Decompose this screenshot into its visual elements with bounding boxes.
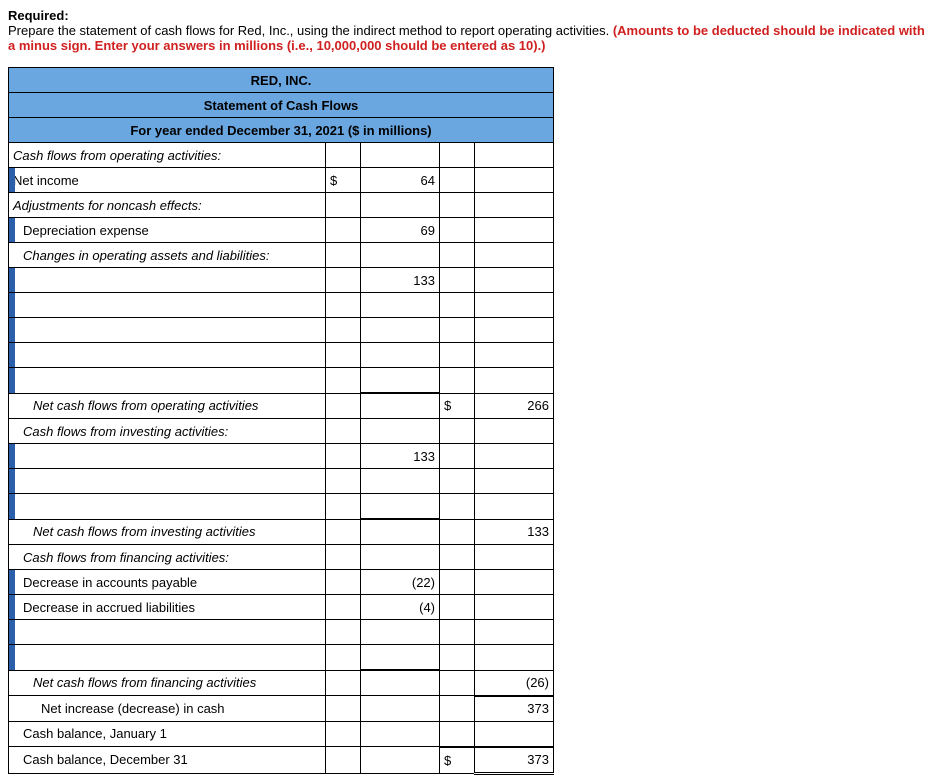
input-inv-blank3[interactable] <box>9 494 326 520</box>
table-row: Adjustments for noncash effects: <box>9 193 554 218</box>
val-dec-ap[interactable]: (22) <box>361 570 440 595</box>
val-depreciation[interactable]: 69 <box>361 218 440 243</box>
input-inv-blank1[interactable] <box>9 444 326 469</box>
table-row: Cash flows from financing activities: <box>9 545 554 570</box>
label-inv-activities: Cash flows from investing activities: <box>9 419 326 444</box>
table-row: Changes in operating assets and liabilit… <box>9 243 554 268</box>
val-dec-al[interactable]: (4) <box>361 595 440 620</box>
cashflow-table: RED, INC. Statement of Cash Flows For ye… <box>8 67 554 775</box>
table-row <box>9 343 554 368</box>
label-dec-ap[interactable]: Decrease in accounts payable <box>9 570 326 595</box>
header-company: RED, INC. <box>9 68 554 93</box>
val-net-income[interactable]: 64 <box>361 168 440 193</box>
val-blank[interactable] <box>361 318 440 343</box>
val-blank[interactable] <box>361 645 440 671</box>
val-blank[interactable] <box>361 293 440 318</box>
header-period: For year ended December 31, 2021 ($ in m… <box>9 118 554 143</box>
label-net-change: Net increase (decrease) in cash <box>9 696 326 722</box>
table-row: Net cash flows from investing activities… <box>9 519 554 545</box>
val-cash-beg[interactable] <box>475 721 554 747</box>
table-row: Net cash flows from operating activities… <box>9 393 554 419</box>
label-net-fin: Net cash flows from financing activities <box>9 670 326 696</box>
val-blank[interactable] <box>361 620 440 645</box>
table-row <box>9 494 554 520</box>
table-row: Cash flows from operating activities: <box>9 143 554 168</box>
table-row <box>9 645 554 671</box>
table-row: 133 <box>9 268 554 293</box>
table-row: Depreciation expense 69 <box>9 218 554 243</box>
required-text: Prepare the statement of cash flows for … <box>8 23 926 53</box>
label-changes: Changes in operating assets and liabilit… <box>9 243 326 268</box>
label-net-inv: Net cash flows from investing activities <box>9 519 326 545</box>
input-changes-blank4[interactable] <box>9 343 326 368</box>
header-statement: Statement of Cash Flows <box>9 93 554 118</box>
input-changes-blank1[interactable] <box>9 268 326 293</box>
input-fin-blank1[interactable] <box>9 620 326 645</box>
val-blank[interactable] <box>361 343 440 368</box>
val-net-fin: (26) <box>475 670 554 696</box>
table-row: Net increase (decrease) in cash 373 <box>9 696 554 722</box>
table-row: Decrease in accrued liabilities (4) <box>9 595 554 620</box>
sym-net-income: $ <box>326 168 361 193</box>
val-blank[interactable] <box>361 469 440 494</box>
label-adj-noncash: Adjustments for noncash effects: <box>9 193 326 218</box>
input-changes-blank2[interactable] <box>9 293 326 318</box>
table-row: Cash balance, January 1 <box>9 721 554 747</box>
table-row: Cash flows from investing activities: <box>9 419 554 444</box>
input-changes-blank3[interactable] <box>9 318 326 343</box>
input-inv-blank2[interactable] <box>9 469 326 494</box>
table-row: 133 <box>9 444 554 469</box>
sym-net-op: $ <box>440 393 475 419</box>
label-net-income[interactable]: Net income <box>9 168 326 193</box>
table-row: Decrease in accounts payable (22) <box>9 570 554 595</box>
label-net-op: Net cash flows from operating activities <box>9 393 326 419</box>
input-fin-blank2[interactable] <box>9 645 326 671</box>
val-net-inv: 133 <box>475 519 554 545</box>
val-net-op: 266 <box>475 393 554 419</box>
val-inv-133[interactable]: 133 <box>361 444 440 469</box>
label-depreciation[interactable]: Depreciation expense <box>9 218 326 243</box>
table-row: Net cash flows from financing activities… <box>9 670 554 696</box>
required-plain: Prepare the statement of cash flows for … <box>8 23 613 38</box>
table-row <box>9 368 554 394</box>
val-net-change: 373 <box>475 696 554 722</box>
table-row <box>9 469 554 494</box>
table-row <box>9 620 554 645</box>
required-title: Required: <box>8 8 926 23</box>
table-row <box>9 293 554 318</box>
label-cash-beg: Cash balance, January 1 <box>9 721 326 747</box>
table-row <box>9 318 554 343</box>
label-dec-al[interactable]: Decrease in accrued liabilities <box>9 595 326 620</box>
label-fin-activities: Cash flows from financing activities: <box>9 545 326 570</box>
val-blank[interactable] <box>361 368 440 394</box>
input-changes-blank5[interactable] <box>9 368 326 394</box>
val-blank[interactable] <box>361 494 440 520</box>
label-op-activities: Cash flows from operating activities: <box>9 143 326 168</box>
table-row: Net income $ 64 <box>9 168 554 193</box>
val-changes-133[interactable]: 133 <box>361 268 440 293</box>
